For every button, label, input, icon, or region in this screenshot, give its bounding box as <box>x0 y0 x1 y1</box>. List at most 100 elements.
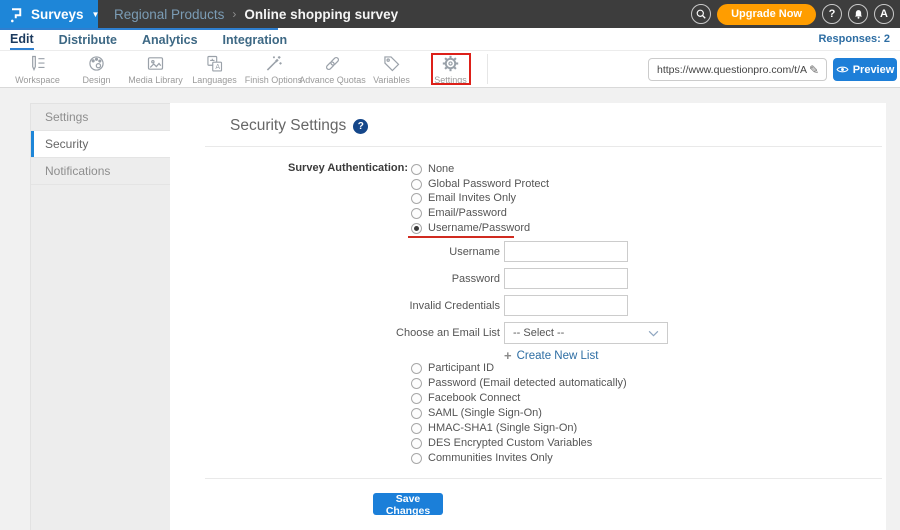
toolbar-item-label: Finish Options <box>244 75 303 85</box>
radio-option-hmac-sha1[interactable]: HMAC-SHA1 (Single Sign-On) <box>411 422 577 434</box>
tab-integration[interactable]: Integration <box>223 31 288 49</box>
radio-selected-icon[interactable] <box>411 222 422 234</box>
password-label: Password <box>451 273 500 285</box>
radio-label: None <box>428 163 455 175</box>
search-icon <box>695 8 708 21</box>
create-new-list-label: Create New List <box>516 349 599 362</box>
radio-icon[interactable] <box>411 407 422 419</box>
radio-label: Email Invites Only <box>428 192 517 204</box>
sidebar-item-notifications[interactable]: Notifications <box>31 158 170 185</box>
breadcrumb-separator-icon: › <box>232 7 237 21</box>
title-help-icon[interactable]: ? <box>353 118 369 134</box>
radio-icon[interactable] <box>411 178 422 190</box>
upgrade-now-button[interactable]: Upgrade Now <box>717 3 816 25</box>
save-changes-button[interactable]: Save Changes <box>373 493 443 517</box>
svg-text:A: A <box>215 64 220 71</box>
page-title-text: Security Settings <box>230 117 347 134</box>
bell-icon <box>852 8 865 21</box>
notifications-button[interactable] <box>848 4 868 24</box>
sidebar-item-security[interactable]: Security <box>31 131 170 158</box>
footer-divider <box>205 478 882 479</box>
create-new-list-link[interactable]: + Create New List <box>504 348 598 363</box>
toolbar-item-label: Design <box>82 75 111 85</box>
preview-button[interactable]: Preview <box>833 58 897 81</box>
radio-option-communities-invites[interactable]: Communities Invites Only <box>411 452 553 464</box>
radio-label: SAML (Single Sign-On) <box>428 407 542 419</box>
email-list-select[interactable]: -- Select -- <box>504 322 668 344</box>
product-menu[interactable]: Surveys ▼ <box>0 0 100 28</box>
survey-url-field[interactable]: https://www.questionpro.com/t/APNrFZ ✎ <box>648 58 827 81</box>
tab-analytics[interactable]: Analytics <box>142 31 198 49</box>
search-button[interactable] <box>691 4 712 24</box>
radio-icon[interactable] <box>411 392 422 404</box>
tab-edit[interactable]: Edit <box>10 30 34 50</box>
toolbar-divider <box>487 54 488 84</box>
radio-label: Password (Email detected automatically) <box>428 377 627 389</box>
invalid-credentials-label: Invalid Credentials <box>409 300 501 312</box>
password-input[interactable] <box>504 268 628 289</box>
edit-toolbar: Workspace Design Media Library A Languag… <box>0 51 900 88</box>
sidebar-item-settings[interactable]: Settings <box>31 104 170 131</box>
radio-option-des-encrypted[interactable]: DES Encrypted Custom Variables <box>411 437 592 449</box>
top-header-bar: Surveys ▼ Regional Products › Online sho… <box>0 0 900 28</box>
username-input[interactable] <box>504 241 628 262</box>
radio-option-none[interactable]: None <box>411 163 454 175</box>
breadcrumb-folder[interactable]: Regional Products <box>114 7 224 22</box>
toolbar-item-languages[interactable]: A Languages <box>185 53 244 85</box>
username-label: Username <box>449 246 500 258</box>
languages-icon: A <box>204 53 225 74</box>
radio-icon[interactable] <box>411 163 422 175</box>
product-menu-label: Surveys <box>31 6 84 22</box>
radio-icon[interactable] <box>411 422 422 434</box>
chevron-down-icon <box>648 330 659 337</box>
red-annotation-underline <box>408 236 514 238</box>
radio-option-email-invites[interactable]: Email Invites Only <box>411 192 516 204</box>
edit-url-icon[interactable]: ✎ <box>809 63 819 77</box>
help-button[interactable]: ? <box>822 4 842 24</box>
radio-icon[interactable] <box>411 452 422 464</box>
tab-distribute[interactable]: Distribute <box>59 31 117 49</box>
toolbar-item-media-library[interactable]: Media Library <box>126 53 185 85</box>
radio-option-saml[interactable]: SAML (Single Sign-On) <box>411 407 542 419</box>
radio-icon[interactable] <box>411 437 422 449</box>
invalid-credentials-input[interactable] <box>504 295 628 316</box>
radio-option-facebook-connect[interactable]: Facebook Connect <box>411 392 520 404</box>
radio-icon[interactable] <box>411 362 422 374</box>
avatar[interactable]: A <box>874 4 894 24</box>
preview-button-label: Preview <box>852 63 895 76</box>
toolbar-item-label: Variables <box>373 75 410 85</box>
breadcrumb-survey-name: Online shopping survey <box>244 6 399 22</box>
toolbar-item-label: Languages <box>192 75 237 85</box>
responses-link[interactable]: Responses: 2 <box>818 33 890 45</box>
radio-option-email-password[interactable]: Email/Password <box>411 207 507 219</box>
radio-option-global-password[interactable]: Global Password Protect <box>411 178 549 190</box>
toolbar-item-design[interactable]: Design <box>67 53 126 85</box>
radio-label: DES Encrypted Custom Variables <box>428 437 593 449</box>
radio-label: Facebook Connect <box>428 392 521 404</box>
variables-icon <box>381 53 402 74</box>
toolbar-item-workspace[interactable]: Workspace <box>8 53 67 85</box>
red-annotation-box <box>431 53 471 85</box>
survey-url-text: https://www.questionpro.com/t/APNrFZ <box>657 63 807 76</box>
radio-option-participant-id[interactable]: Participant ID <box>411 362 494 374</box>
radio-label: Email/Password <box>428 207 507 219</box>
radio-icon[interactable] <box>411 192 422 204</box>
title-divider <box>205 146 882 147</box>
header-actions: Upgrade Now ? A <box>691 0 894 28</box>
advance-quotas-icon <box>322 53 343 74</box>
questionpro-logo-icon <box>9 5 24 24</box>
radio-icon[interactable] <box>411 207 422 219</box>
media-library-icon <box>145 53 166 74</box>
radio-option-password-email-auto[interactable]: Password (Email detected automatically) <box>411 377 627 389</box>
email-list-label: Choose an Email List <box>396 327 500 339</box>
radio-option-username-password[interactable]: Username/Password <box>411 222 530 234</box>
toolbar-item-variables[interactable]: Variables <box>362 53 421 85</box>
chevron-down-icon: ▼ <box>91 9 100 19</box>
toolbar-item-finish-options[interactable]: Finish Options <box>244 53 303 85</box>
toolbar-item-advance-quotas[interactable]: Advance Quotas <box>299 53 366 85</box>
radio-label: Username/Password <box>428 222 531 234</box>
plus-icon: + <box>504 348 512 363</box>
security-settings-panel: Security Settings ? Survey Authenticatio… <box>170 103 886 530</box>
toolbar-item-label: Workspace <box>15 75 60 85</box>
radio-icon[interactable] <box>411 377 422 389</box>
